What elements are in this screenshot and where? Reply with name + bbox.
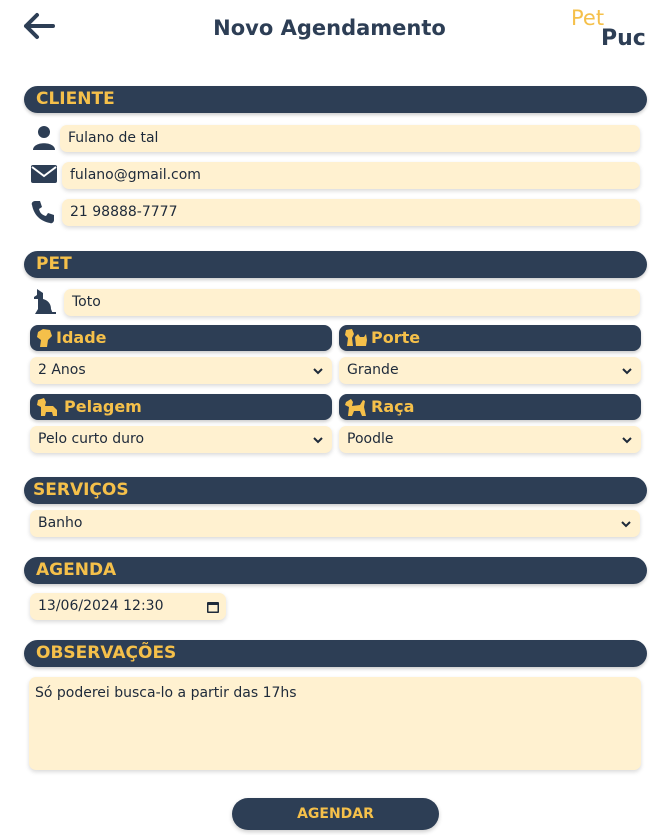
logo-puc-text: Puc xyxy=(601,26,646,51)
idade-select[interactable]: 2 Anos xyxy=(30,357,332,384)
section-agenda: AGENDA xyxy=(24,557,647,584)
client-email-field[interactable]: fulano@gmail.com xyxy=(62,162,640,189)
section-cliente: CLIENTE xyxy=(24,86,647,113)
client-name-field[interactable]: Fulano de tal xyxy=(60,125,640,152)
dog-icon xyxy=(37,398,57,416)
dog-sitting-icon xyxy=(29,287,57,321)
page-title: Novo Agendamento xyxy=(213,16,446,40)
raca-label: Raça xyxy=(371,397,415,416)
dog-and-cat-icon xyxy=(345,329,367,346)
idade-label: Idade xyxy=(56,328,107,347)
agenda-datetime-input[interactable]: 13/06/2024 12:30 xyxy=(30,593,226,620)
pelagem-label: Pelagem xyxy=(64,397,142,416)
calendar-icon[interactable] xyxy=(206,600,220,614)
raca-label-bar: Raça xyxy=(339,394,641,420)
idade-value: 2 Anos xyxy=(38,362,86,378)
raca-select[interactable]: Poodle xyxy=(339,426,641,453)
agenda-value: 13/06/2024 12:30 xyxy=(38,598,164,614)
client-phone-field[interactable]: 21 98888-7777 xyxy=(62,199,640,226)
porte-select[interactable]: Grande xyxy=(339,357,641,384)
porte-label-bar: Porte xyxy=(339,325,641,351)
phone-icon xyxy=(30,199,56,229)
dog-breed-icon xyxy=(345,399,366,416)
chevron-down-icon xyxy=(313,368,323,375)
logo-pet-text: Pet xyxy=(571,6,605,30)
porte-label: Porte xyxy=(371,328,421,347)
person-icon xyxy=(31,125,57,155)
section-servicos: SERVIÇOS xyxy=(24,477,647,504)
section-observacoes: OBSERVAÇÕES xyxy=(24,640,647,667)
pelagem-label-bar: Pelagem xyxy=(30,394,332,420)
chevron-down-icon xyxy=(313,437,323,444)
agendar-button[interactable]: AGENDAR xyxy=(232,798,439,830)
pet-name-field[interactable]: Toto xyxy=(64,289,640,316)
observacoes-textarea[interactable]: Só poderei busca-lo a partir das 17hs xyxy=(29,677,641,770)
chevron-down-icon xyxy=(621,521,631,528)
raca-value: Poodle xyxy=(347,431,394,447)
chevron-down-icon xyxy=(622,368,632,375)
servicos-value: Banho xyxy=(38,515,83,531)
porte-value: Grande xyxy=(347,362,399,378)
dog-face-icon xyxy=(37,329,52,347)
mail-icon xyxy=(30,163,58,189)
section-pet: PET xyxy=(24,251,647,278)
chevron-down-icon xyxy=(622,437,632,444)
pelagem-select[interactable]: Pelo curto duro xyxy=(30,426,332,453)
idade-label-bar: Idade xyxy=(30,325,332,351)
petpuc-logo: Pet Puc xyxy=(569,6,651,54)
pelagem-value: Pelo curto duro xyxy=(38,431,145,447)
servicos-select[interactable]: Banho xyxy=(30,510,640,537)
